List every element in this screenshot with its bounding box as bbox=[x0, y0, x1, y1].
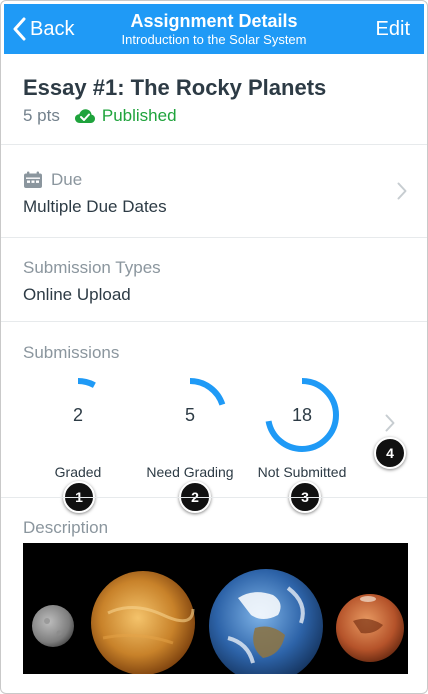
page-title: Assignment Details bbox=[130, 11, 298, 31]
status-label: Published bbox=[101, 106, 177, 125]
due-label-text: Due bbox=[51, 170, 83, 189]
back-button[interactable]: Back bbox=[12, 14, 74, 44]
not-submitted-count: 18 bbox=[291, 405, 313, 425]
mercury-icon bbox=[32, 605, 74, 647]
not-submitted-ring[interactable]: 18 bbox=[262, 375, 342, 455]
submission-types-label: Submission Types bbox=[23, 258, 161, 277]
chevron-right-icon[interactable] bbox=[385, 414, 395, 432]
not-submitted-label: Not Submitted bbox=[257, 464, 347, 480]
assignment-meta: 5 pts Published bbox=[23, 106, 177, 126]
graded-label: Graded bbox=[54, 464, 102, 480]
need-grading-count: 5 bbox=[184, 405, 195, 425]
chevron-left-icon bbox=[13, 17, 26, 41]
assignment-title: Essay #1: The Rocky Planets bbox=[23, 75, 327, 100]
rocky-planets-image bbox=[23, 543, 408, 674]
published-status: Published bbox=[74, 106, 177, 126]
submissions-label: Submissions bbox=[23, 343, 120, 362]
back-label: Back bbox=[30, 17, 75, 40]
need-grading-ring[interactable]: 5 bbox=[150, 375, 230, 455]
due-label: Due bbox=[23, 170, 82, 190]
app-frame: Back Assignment Details Introduction to … bbox=[0, 0, 428, 694]
need-grading-label: Need Grading bbox=[146, 464, 234, 480]
planets-illustration bbox=[32, 569, 404, 674]
calendar-icon bbox=[24, 171, 42, 188]
venus-icon bbox=[91, 571, 195, 674]
nav-title-block: Assignment Details Introduction to the S… bbox=[94, 10, 334, 48]
navigation-bar: Back Assignment Details Introduction to … bbox=[4, 4, 424, 54]
divider bbox=[1, 321, 427, 322]
divider bbox=[1, 237, 427, 238]
description-label: Description bbox=[23, 518, 109, 537]
points-value: 5 pts bbox=[23, 106, 60, 125]
due-value: Multiple Due Dates bbox=[23, 197, 167, 216]
course-subtitle: Introduction to the Solar System bbox=[121, 32, 307, 47]
edit-button[interactable]: Edit bbox=[376, 18, 410, 41]
cloud-check-icon bbox=[74, 109, 95, 123]
divider bbox=[1, 497, 427, 498]
chevron-right-icon[interactable] bbox=[397, 182, 407, 200]
graded-count: 2 bbox=[72, 405, 83, 425]
graded-ring[interactable]: 2 bbox=[38, 375, 118, 455]
divider bbox=[1, 144, 427, 145]
earth-icon bbox=[209, 569, 323, 674]
submission-types-value: Online Upload bbox=[23, 285, 131, 304]
callout-marker-4: 4 bbox=[374, 437, 406, 469]
